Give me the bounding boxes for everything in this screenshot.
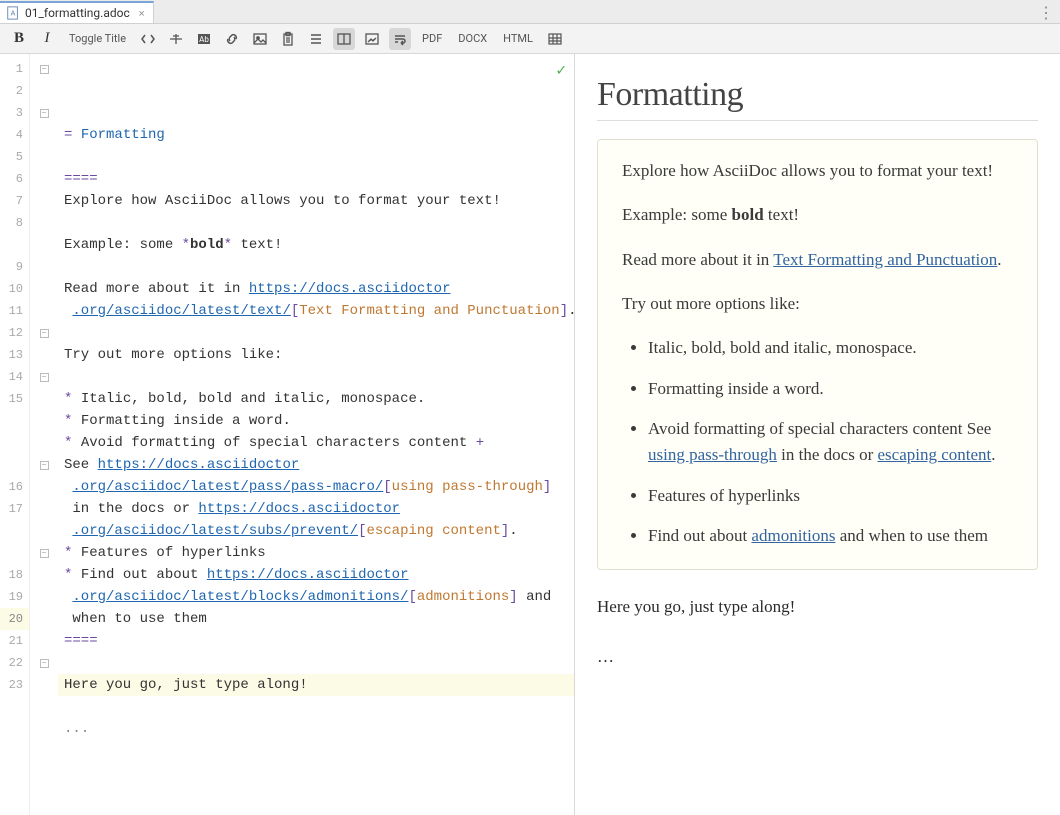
link-button[interactable] [221,28,243,50]
tab-bar: A 01_formatting.adoc × ⋮ [0,0,1060,24]
strikethrough-button[interactable] [165,28,187,50]
preview-example-block: Explore how AsciiDoc allows you to forma… [597,139,1038,570]
text: Find out about [648,526,751,545]
list-button[interactable] [305,28,327,50]
preview-link[interactable]: escaping content [878,445,992,464]
text: Avoid formatting of special characters c… [648,419,991,438]
split-pane: 1234567891011121314151617181920212223 ✓ … [0,54,1060,815]
line-number-gutter: 1234567891011121314151617181920212223 [0,54,30,815]
list-item: Find out about admonitions and when to u… [648,523,1013,549]
preview-paragraph: Read more about it in Text Formatting an… [622,247,1013,273]
export-html-button[interactable]: HTML [498,28,538,50]
tab-filename: 01_formatting.adoc [25,6,130,20]
text: . [991,445,995,464]
asciidoc-file-icon: A [6,6,20,20]
preview-paragraph: Explore how AsciiDoc allows you to forma… [622,158,1013,184]
export-docx-button[interactable]: DOCX [453,28,492,50]
code-area[interactable]: ✓ = Formatting====Explore how AsciiDoc a… [58,54,574,815]
clipboard-button[interactable] [277,28,299,50]
text: . [997,250,1001,269]
preview-paragraph: Example: some bold text! [622,202,1013,228]
insert-image-button[interactable] [361,28,383,50]
preview-list: Italic, bold, bold and italic, monospace… [622,335,1013,549]
export-pdf-button[interactable]: PDF [417,28,447,50]
list-item: Features of hyperlinks [648,483,1013,509]
list-item: Italic, bold, bold and italic, monospace… [648,335,1013,361]
table-button[interactable] [544,28,566,50]
bold-button[interactable]: B [8,28,30,50]
svg-text:A: A [11,11,16,18]
code-button[interactable] [137,28,159,50]
editor-toolbar: B I Toggle Title Ab PDF DOCX HTML [0,24,1060,54]
close-tab-button[interactable]: × [139,7,145,20]
file-tab[interactable]: A 01_formatting.adoc × [0,1,154,23]
list-item: Formatting inside a word. [648,376,1013,402]
preview-paragraph: Try out more options like: [622,291,1013,317]
list-item: Avoid formatting of special characters c… [648,416,1013,469]
bold-text: bold [732,205,764,224]
preview-link[interactable]: admonitions [751,526,835,545]
text: Example: some [622,205,732,224]
preview-pane: Formatting Explore how AsciiDoc allows y… [575,54,1060,815]
toggle-title-button[interactable]: Toggle Title [64,28,131,50]
preview-link[interactable]: Text Formatting and Punctuation [773,250,997,269]
layout-split-button[interactable] [333,28,355,50]
highlight-button[interactable]: Ab [193,28,215,50]
tab-overflow-button[interactable]: ⋮ [1038,3,1054,22]
preview-link[interactable]: using pass-through [648,445,777,464]
preview-body: Here you go, just type along! … [597,594,1038,669]
italic-button[interactable]: I [36,28,58,50]
validation-ok-icon: ✓ [556,60,566,82]
image-button[interactable] [249,28,271,50]
preview-paragraph: … [597,644,1038,670]
preview-title: Formatting [597,76,1038,121]
text: in the docs or [777,445,878,464]
fold-gutter[interactable] [30,54,58,815]
preview-paragraph: Here you go, just type along! [597,594,1038,620]
editor-pane[interactable]: 1234567891011121314151617181920212223 ✓ … [0,54,575,815]
svg-text:Ab: Ab [199,35,209,44]
text: text! [764,205,799,224]
text: Read more about it in [622,250,773,269]
soft-wrap-button[interactable] [389,28,411,50]
text: and when to use them [835,526,988,545]
